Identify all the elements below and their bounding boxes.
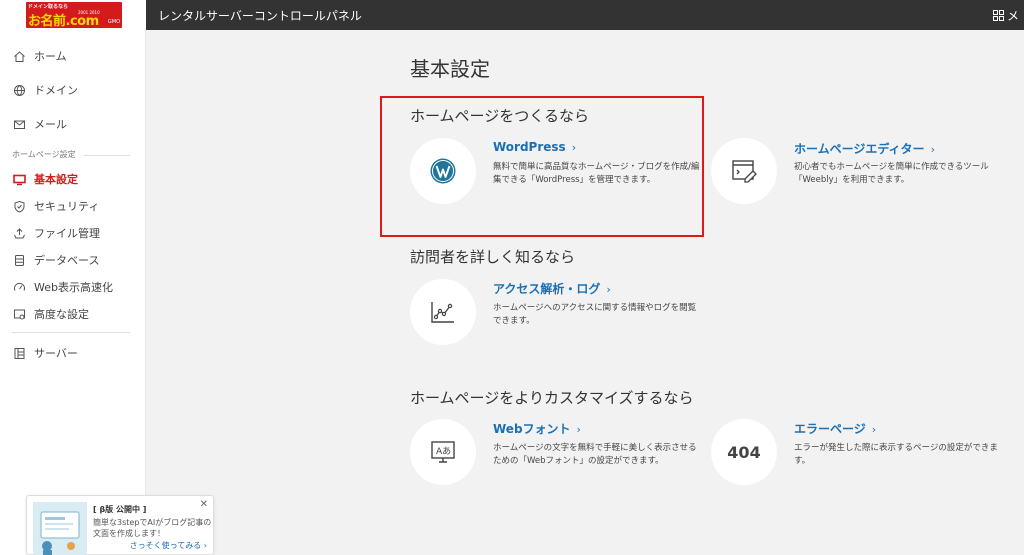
sidebar-item-database[interactable]: データベース xyxy=(0,248,146,272)
advanced-settings-icon xyxy=(12,307,26,321)
top-bar: ドメイン取るなら 2001 2010 お名前.com GMO レンタルサーバーコ… xyxy=(0,0,1024,30)
logo-tagline: ドメイン取るなら xyxy=(28,4,69,10)
globe-icon xyxy=(12,83,26,97)
section-title-create: ホームページをつくるなら xyxy=(410,107,589,125)
sidebar-item-label: ドメイン xyxy=(34,84,78,97)
page-editor-card-icon[interactable] xyxy=(711,138,777,204)
beta-banner[interactable]: ✕ [ β版 公開中 ] 簡単な3stepでAIがブログ記事の文面を作成します！… xyxy=(26,495,214,555)
wordpress-description: 無料で簡単に高品質なホームページ・ブログを作成/編集できる「WordPress」… xyxy=(493,162,700,185)
card-title-text: エラーページ xyxy=(794,422,866,436)
page-title: 基本設定 xyxy=(410,57,490,81)
logo-main: お名前.com xyxy=(28,14,99,29)
analytics-link[interactable]: アクセス解析・ログ › xyxy=(493,280,611,297)
error-page-description: エラーが発生した際に表示するページの設定ができます。 xyxy=(794,443,998,466)
webfont-description: ホームページの文字を無料で手軽に美しく表示させるための「Webフォント」の設定が… xyxy=(493,443,697,466)
sidebar-section-label: ホームページ設定 xyxy=(12,150,76,159)
mail-icon xyxy=(12,117,26,131)
page-editor-description: 初心者でもホームページを簡単に作成できるツール「Weebly」を利用できます。 xyxy=(794,162,989,185)
logo-badge: ドメイン取るなら 2001 2010 お名前.com GMO xyxy=(26,2,122,29)
webfont-link[interactable]: Webフォント › xyxy=(493,420,581,437)
beta-description: 簡単な3stepでAIがブログ記事の文面を作成します！ xyxy=(93,518,212,538)
sidebar-item-domain[interactable]: ドメイン xyxy=(0,78,146,102)
database-icon xyxy=(12,253,26,267)
close-icon[interactable]: ✕ xyxy=(200,499,208,510)
error-page-card-icon[interactable]: 404 xyxy=(711,419,777,485)
sidebar-item-label: ホーム xyxy=(34,50,67,63)
sidebar-item-label: セキュリティ xyxy=(34,200,100,213)
sidebar-item-label: 高度な設定 xyxy=(34,308,89,321)
section-title-customize: ホームページをよりカスタマイズするなら xyxy=(410,389,694,407)
logo[interactable]: ドメイン取るなら 2001 2010 お名前.com GMO xyxy=(0,0,146,30)
chevron-right-icon: › xyxy=(576,423,581,436)
chevron-right-icon: › xyxy=(571,141,577,154)
card-title-text: アクセス解析・ログ xyxy=(493,282,601,296)
page-editor-icon xyxy=(732,160,757,183)
section-title-visitors: 訪問者を詳しく知るなら xyxy=(410,248,576,266)
error-page-link[interactable]: エラーページ › xyxy=(794,420,876,437)
beta-try-link[interactable]: さっそく使ってみる › xyxy=(130,540,207,551)
error-404-icon: 404 xyxy=(727,442,761,462)
server-icon xyxy=(12,346,26,360)
menu-button[interactable]: メ xyxy=(993,7,1019,23)
beta-title: [ β版 公開中 ] xyxy=(93,505,147,514)
grid-icon xyxy=(993,9,1004,21)
chevron-right-icon: › xyxy=(871,423,877,436)
sidebar-item-web-speed[interactable]: Web表示高速化 xyxy=(0,275,146,299)
sidebar-item-mail[interactable]: メール xyxy=(0,112,146,136)
upload-icon xyxy=(12,226,26,240)
webfont-icon: Aあ xyxy=(431,441,455,463)
sidebar-item-server[interactable]: サーバー xyxy=(0,341,146,365)
menu-label: メ xyxy=(1007,8,1020,23)
sidebar-item-file-manager[interactable]: ファイル管理 xyxy=(0,221,146,245)
chevron-right-icon: › xyxy=(930,143,935,156)
sidebar-item-label: メール xyxy=(34,118,67,131)
topbar-title: レンタルサーバーコントロールパネル xyxy=(158,9,362,23)
logo-sub: GMO xyxy=(107,19,120,25)
sidebar-item-security[interactable]: セキュリティ xyxy=(0,194,146,218)
sidebar-divider xyxy=(12,332,130,333)
section-divider xyxy=(84,155,130,156)
analytics-card-icon[interactable] xyxy=(410,279,476,345)
shield-icon xyxy=(12,199,26,213)
sidebar-item-home[interactable]: ホーム xyxy=(0,44,146,68)
sidebar-item-label: ファイル管理 xyxy=(34,227,100,240)
svg-text:Aあ: Aあ xyxy=(436,446,451,457)
beta-illustration xyxy=(33,502,87,555)
wordpress-card-icon[interactable] xyxy=(410,138,476,204)
analytics-description: ホームページへのアクセスに関する情報やログを閲覧できます。 xyxy=(493,303,697,326)
wordpress-link[interactable]: WordPress › xyxy=(493,140,576,154)
card-title-text: ホームページエディター xyxy=(794,142,925,156)
sidebar-item-label: 基本設定 xyxy=(34,173,78,186)
sidebar: ホーム ドメイン メール ホームページ設定 基本設定 セキュリティ ファイル管理 xyxy=(0,30,146,555)
chevron-right-icon: › xyxy=(606,283,611,296)
analytics-chart-icon xyxy=(431,302,454,323)
speed-icon xyxy=(12,280,26,294)
wordpress-icon xyxy=(430,158,456,184)
sidebar-item-basic-settings[interactable]: 基本設定 xyxy=(0,167,146,191)
monitor-icon xyxy=(12,172,26,186)
card-title-text: WordPress xyxy=(493,140,566,154)
sidebar-item-advanced-settings[interactable]: 高度な設定 xyxy=(0,302,146,326)
webfont-card-icon[interactable]: Aあ xyxy=(410,419,476,485)
sidebar-item-label: Web表示高速化 xyxy=(34,281,113,294)
home-icon xyxy=(12,49,26,63)
sidebar-item-label: サーバー xyxy=(34,347,78,360)
page-editor-link[interactable]: ホームページエディター › xyxy=(794,140,935,157)
sidebar-item-label: データベース xyxy=(34,254,100,267)
card-title-text: Webフォント xyxy=(493,422,571,436)
